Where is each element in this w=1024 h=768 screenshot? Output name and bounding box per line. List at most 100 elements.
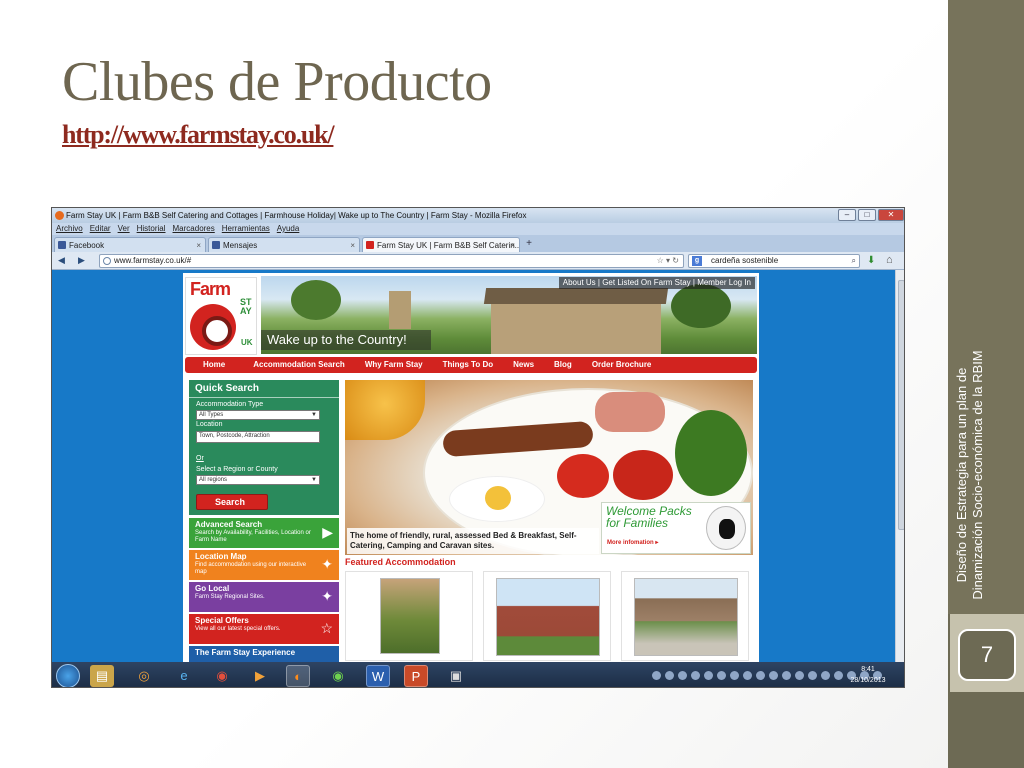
forward-arrow-icon[interactable]: ▶	[78, 255, 85, 266]
home-icon[interactable]: ⌂	[886, 254, 893, 266]
packs-more-link[interactable]: More infomation ▸	[607, 539, 658, 546]
clock[interactable]: 8:41 28/10/2013	[844, 664, 892, 686]
location-input[interactable]: Town, Postcode, Attraction	[196, 431, 320, 443]
farmstay-logo[interactable]: Farm STAY UK	[185, 277, 257, 355]
nav-things-to-do[interactable]: Things To Do	[433, 357, 504, 373]
back-arrow-icon[interactable]: ◀	[58, 255, 65, 266]
tray-icon[interactable]	[795, 671, 804, 680]
tray-icon[interactable]	[756, 671, 765, 680]
nav-order-brochure[interactable]: Order Brochure	[582, 357, 662, 373]
url-bar[interactable]: www.farmstay.co.uk/# ☆ ▾ ↻	[99, 254, 684, 268]
folder-icon[interactable]: ▤	[90, 665, 114, 687]
top-links[interactable]: About Us | Get Listed On Farm Stay | Mem…	[558, 277, 755, 289]
tab-mensajes[interactable]: Mensajes ×	[208, 237, 360, 252]
featured-card[interactable]	[483, 571, 611, 661]
box-title: Go Local	[195, 584, 230, 593]
tabbar: Facebook × Mensajes × Farm Stay UK | Far…	[52, 235, 904, 252]
nav-accommodation-search[interactable]: Accommodation Search	[243, 357, 355, 373]
nav-home[interactable]: Home	[185, 357, 243, 373]
nav-why-farm-stay[interactable]: Why Farm Stay	[355, 357, 433, 373]
go-local-box[interactable]: Go Local Farm Stay Regional Sites. ✦	[189, 582, 339, 612]
close-tab-icon[interactable]: ×	[350, 238, 355, 252]
close-button[interactable]: ✕	[878, 209, 904, 221]
search-input[interactable]: g cardeña sostenible ⌕	[688, 254, 860, 268]
tab-label: Facebook	[69, 241, 105, 250]
tray-icon[interactable]	[691, 671, 700, 680]
tray-icon[interactable]	[769, 671, 778, 680]
featured-card[interactable]	[621, 571, 749, 661]
tray-icon[interactable]	[808, 671, 817, 680]
tree-shape	[671, 284, 731, 328]
tray-icon[interactable]	[717, 671, 726, 680]
tab-farmstay[interactable]: Farm Stay UK | Farm B&B Self Caterin... …	[362, 237, 520, 252]
welcome-packs-banner[interactable]: Welcome Packs for Families More infomati…	[601, 502, 751, 554]
advanced-search-box[interactable]: Advanced Search Search by Availability, …	[189, 518, 339, 548]
window-title: Farm Stay UK | Farm B&B Self Catering an…	[66, 211, 527, 220]
box-title: Location Map	[195, 552, 247, 561]
region-select[interactable]: All regions ▼	[196, 475, 320, 485]
tractor-icon	[190, 304, 236, 350]
scrollbar[interactable]	[895, 270, 904, 662]
menu-herramientas[interactable]: Herramientas	[222, 223, 270, 235]
box-subtitle: Find accommodation using our interactive…	[195, 562, 307, 575]
tray-icon[interactable]	[678, 671, 687, 680]
maximize-button[interactable]: □	[858, 209, 876, 221]
tray-icon[interactable]	[782, 671, 791, 680]
close-tab-icon[interactable]: ×	[196, 238, 201, 252]
browser-screenshot: Farm Stay UK | Farm B&B Self Catering an…	[51, 207, 905, 688]
internet-explorer-icon[interactable]: e	[172, 665, 196, 687]
bookmark-star-icon[interactable]: ☆ ▾ ↻	[657, 255, 679, 267]
tray-icon[interactable]	[652, 671, 661, 680]
accommodation-type-label: Accommodation Type	[196, 401, 264, 408]
accommodation-type-select[interactable]: All Types ▼	[196, 410, 320, 420]
chrome-icon[interactable]: ◉	[210, 665, 234, 687]
search-icon[interactable]: ⌕	[852, 255, 856, 267]
start-button[interactable]	[56, 664, 80, 687]
tray-icon[interactable]	[665, 671, 674, 680]
logo-farm-text: Farm	[190, 279, 231, 299]
menu-ver[interactable]: Ver	[118, 223, 130, 235]
location-label: Location	[196, 421, 223, 428]
tab-facebook[interactable]: Facebook ×	[54, 237, 206, 252]
spotify-icon[interactable]: ◉	[326, 665, 350, 687]
camera-icon[interactable]: ▣	[444, 665, 468, 687]
facebook-icon	[58, 241, 66, 249]
box-subtitle: Farm Stay Regional Sites.	[195, 594, 265, 600]
tray-icon[interactable]	[821, 671, 830, 680]
google-icon: g	[692, 256, 702, 266]
box-title: Special Offers	[195, 616, 249, 625]
menu-archivo[interactable]: Archivo	[56, 223, 83, 235]
firefox-icon[interactable]: ◐	[286, 665, 310, 687]
new-tab-button[interactable]: +	[522, 238, 536, 251]
menu-marcadores[interactable]: Marcadores	[173, 223, 215, 235]
close-tab-icon[interactable]: ×	[510, 238, 515, 252]
minimize-button[interactable]: –	[838, 209, 856, 221]
powerpoint-icon[interactable]: P	[404, 665, 428, 687]
or-link: Or	[196, 455, 204, 462]
menu-editar[interactable]: Editar	[90, 223, 111, 235]
tomato-shape	[557, 454, 609, 498]
uk-map-icon: ✦	[321, 556, 333, 572]
nav-blog[interactable]: Blog	[544, 357, 582, 373]
farmhouse-shape	[491, 302, 661, 354]
media-player-icon[interactable]: ▶	[248, 665, 272, 687]
tray-icon[interactable]	[730, 671, 739, 680]
special-offers-box[interactable]: Special Offers View all our latest speci…	[189, 614, 339, 644]
chrome-alt-icon[interactable]: ◎	[132, 665, 156, 687]
house-photo	[496, 578, 600, 656]
slide-link[interactable]: http://www.farmstay.co.uk/	[62, 120, 335, 150]
scrollbar-thumb[interactable]	[898, 280, 904, 530]
search-button[interactable]: Search	[196, 494, 268, 510]
word-icon[interactable]: W	[366, 665, 390, 687]
tree-shape	[291, 280, 341, 320]
featured-card[interactable]	[345, 571, 473, 661]
tray-icon[interactable]	[704, 671, 713, 680]
download-icon[interactable]: ⬇	[867, 255, 875, 266]
tray-icon[interactable]	[743, 671, 752, 680]
nav-news[interactable]: News	[503, 357, 544, 373]
location-map-box[interactable]: Location Map Find accommodation using ou…	[189, 550, 339, 580]
logo-stay-text: STAY	[240, 297, 252, 316]
menu-ayuda[interactable]: Ayuda	[277, 223, 300, 235]
tray-icon[interactable]	[834, 671, 843, 680]
menu-historial[interactable]: Historial	[137, 223, 166, 235]
